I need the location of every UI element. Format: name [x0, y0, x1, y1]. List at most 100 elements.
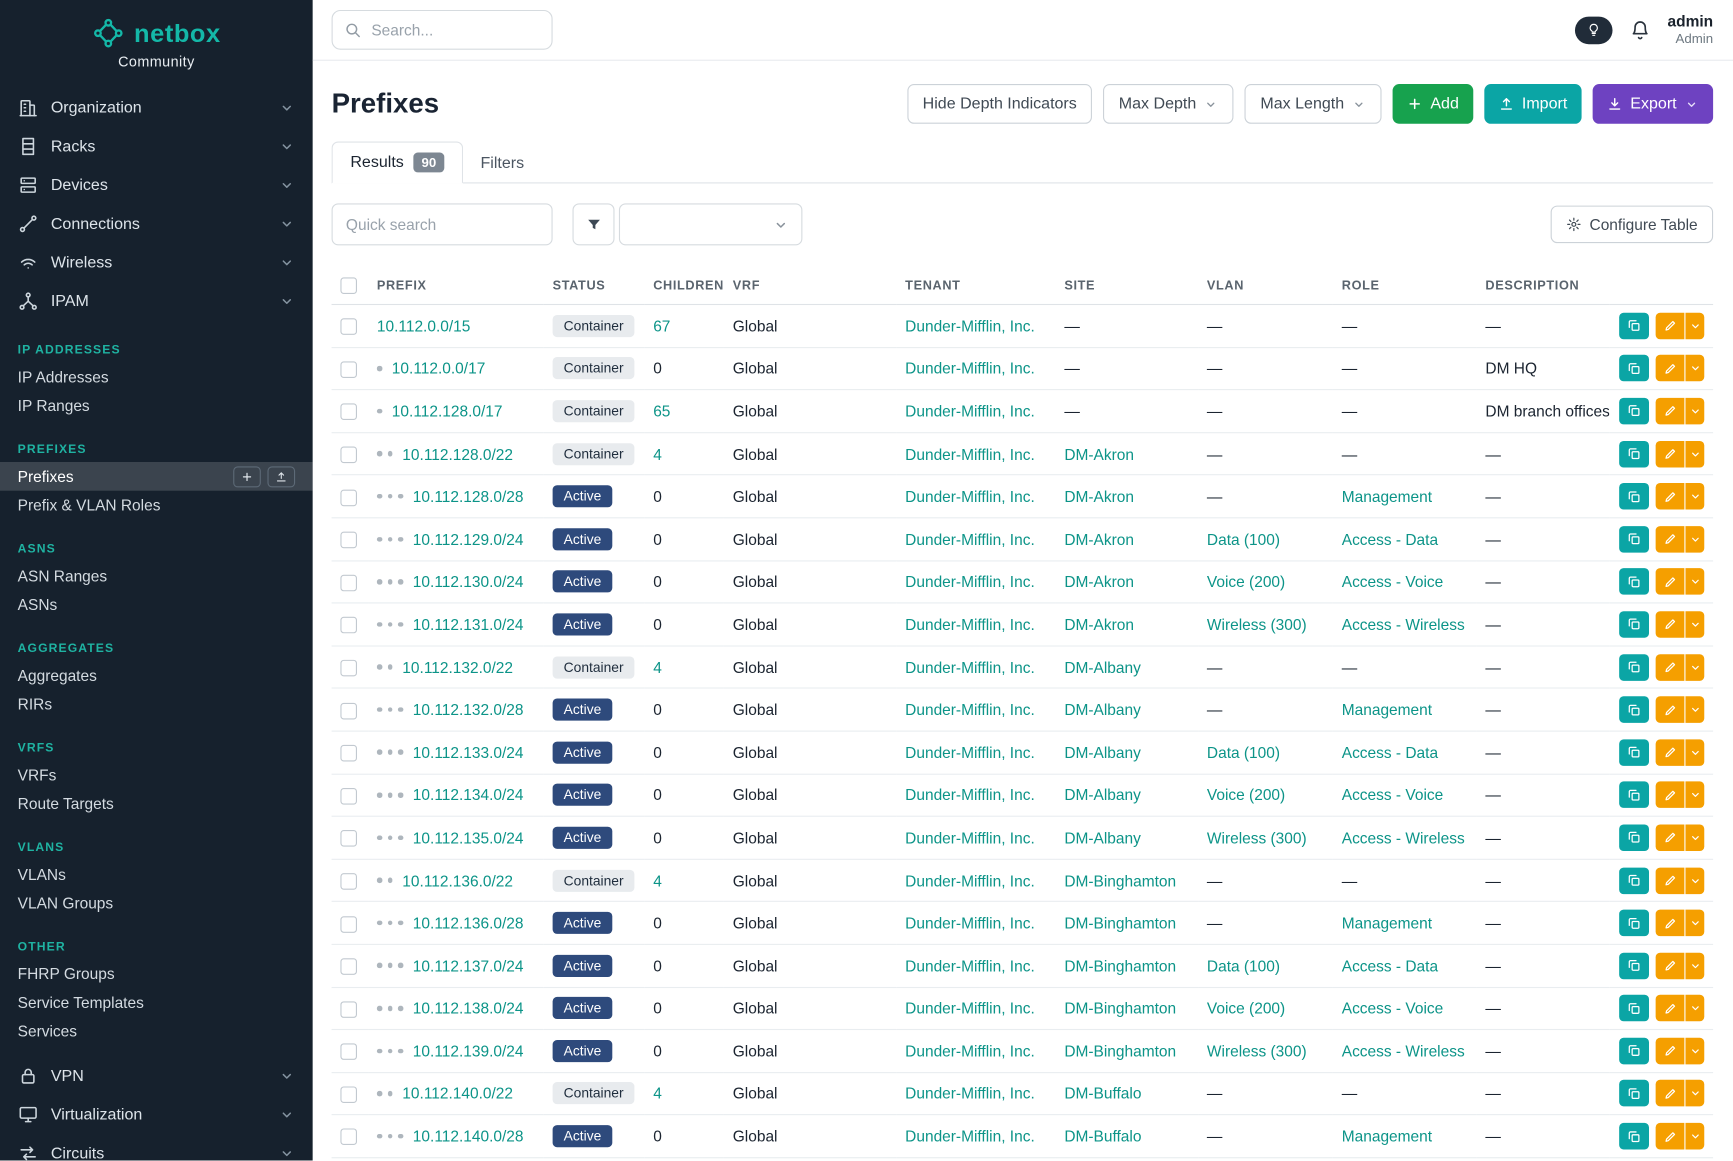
row-checkbox[interactable]: [340, 574, 357, 591]
sidebar-item-services[interactable]: Services: [0, 1017, 313, 1046]
row-dropdown-button[interactable]: [1685, 313, 1704, 340]
copy-button[interactable]: [1619, 355, 1649, 382]
tenant-link[interactable]: Dunder-Mifflin, Inc.: [905, 1085, 1035, 1103]
vlan-link[interactable]: Wireless (300): [1207, 1042, 1307, 1060]
tenant-link[interactable]: Dunder-Mifflin, Inc.: [905, 317, 1035, 335]
row-dropdown-button[interactable]: [1685, 696, 1704, 723]
vlan-link[interactable]: Data (100): [1207, 744, 1280, 762]
copy-button[interactable]: [1619, 1080, 1649, 1107]
site-link[interactable]: DM-Albany: [1064, 829, 1141, 847]
prefix-link[interactable]: 10.112.131.0/24: [413, 616, 524, 634]
row-dropdown-button[interactable]: [1685, 782, 1704, 809]
edit-button[interactable]: [1656, 1038, 1685, 1065]
site-link[interactable]: DM-Akron: [1064, 530, 1134, 548]
children-link[interactable]: 67: [653, 317, 670, 335]
row-checkbox[interactable]: [340, 1001, 357, 1018]
import-button[interactable]: Import: [1484, 84, 1581, 124]
children-link[interactable]: 4: [653, 871, 662, 889]
role-link[interactable]: Access - Data: [1342, 957, 1438, 975]
tenant-link[interactable]: Dunder-Mifflin, Inc.: [905, 829, 1035, 847]
col-header-prefix[interactable]: PREFIX: [368, 267, 544, 304]
sidebar-item-vlans[interactable]: VLANs: [0, 860, 313, 889]
row-checkbox[interactable]: [340, 617, 357, 634]
row-dropdown-button[interactable]: [1685, 995, 1704, 1022]
role-link[interactable]: Management: [1342, 488, 1432, 506]
edit-button[interactable]: [1656, 696, 1685, 723]
row-dropdown-button[interactable]: [1685, 867, 1704, 894]
sidebar-item-prefixes[interactable]: Prefixes: [0, 462, 313, 491]
row-checkbox[interactable]: [340, 532, 357, 549]
row-dropdown-button[interactable]: [1685, 1080, 1704, 1107]
global-search-input[interactable]: [332, 10, 553, 50]
vlan-link[interactable]: Voice (200): [1207, 573, 1285, 591]
row-checkbox[interactable]: [340, 1086, 357, 1103]
sidebar-item-route-targets[interactable]: Route Targets: [0, 789, 313, 818]
col-header-role[interactable]: ROLE: [1333, 267, 1477, 304]
saved-filter-select[interactable]: [619, 203, 802, 245]
tab-results[interactable]: Results 90: [332, 141, 463, 183]
prefix-link[interactable]: 10.112.130.0/24: [413, 573, 524, 591]
upload-button[interactable]: [267, 466, 295, 487]
prefix-link[interactable]: 10.112.128.0/17: [392, 402, 503, 420]
edit-button[interactable]: [1656, 483, 1685, 510]
tenant-link[interactable]: Dunder-Mifflin, Inc.: [905, 445, 1035, 463]
site-link[interactable]: DM-Binghamton: [1064, 957, 1176, 975]
copy-button[interactable]: [1619, 1123, 1649, 1150]
role-link[interactable]: Access - Wireless: [1342, 829, 1465, 847]
tenant-link[interactable]: Dunder-Mifflin, Inc.: [905, 1127, 1035, 1145]
site-link[interactable]: DM-Albany: [1064, 658, 1141, 676]
prefix-link[interactable]: 10.112.128.0/22: [402, 445, 513, 463]
row-dropdown-button[interactable]: [1685, 952, 1704, 979]
edit-button[interactable]: [1656, 526, 1685, 553]
copy-button[interactable]: [1619, 483, 1649, 510]
row-checkbox[interactable]: [340, 788, 357, 805]
user-menu[interactable]: admin Admin: [1668, 13, 1714, 47]
sidebar-item-prefix-vlan-roles[interactable]: Prefix & VLAN Roles: [0, 491, 313, 520]
prefix-link[interactable]: 10.112.140.0/22: [402, 1085, 513, 1103]
quick-search-input[interactable]: [332, 203, 553, 245]
prefix-link[interactable]: 10.112.137.0/24: [413, 957, 524, 975]
sidebar-item-vlan-groups[interactable]: VLAN Groups: [0, 889, 313, 918]
site-link[interactable]: DM-Akron: [1064, 488, 1134, 506]
edit-button[interactable]: [1656, 824, 1685, 851]
row-dropdown-button[interactable]: [1685, 355, 1704, 382]
sidebar-item-aggregates[interactable]: Aggregates: [0, 661, 313, 690]
tenant-link[interactable]: Dunder-Mifflin, Inc.: [905, 488, 1035, 506]
copy-button[interactable]: [1619, 654, 1649, 681]
row-checkbox[interactable]: [340, 830, 357, 847]
copy-button[interactable]: [1619, 952, 1649, 979]
max-depth-dropdown[interactable]: Max Depth: [1103, 84, 1234, 124]
sidebar-item-service-templates[interactable]: Service Templates: [0, 988, 313, 1017]
copy-button[interactable]: [1619, 611, 1649, 638]
row-dropdown-button[interactable]: [1685, 1038, 1704, 1065]
site-link[interactable]: DM-Albany: [1064, 786, 1141, 804]
row-dropdown-button[interactable]: [1685, 1123, 1704, 1150]
sidebar-item-asn-ranges[interactable]: ASN Ranges: [0, 561, 313, 590]
vlan-link[interactable]: Data (100): [1207, 957, 1280, 975]
sidebar-item-fhrp-groups[interactable]: FHRP Groups: [0, 959, 313, 988]
row-checkbox[interactable]: [340, 361, 357, 378]
site-link[interactable]: DM-Binghamton: [1064, 1042, 1176, 1060]
sidebar-item-circuits[interactable]: Circuits: [0, 1134, 313, 1161]
sidebar-item-vrfs[interactable]: VRFs: [0, 760, 313, 789]
sidebar-item-organization[interactable]: Organization: [0, 88, 313, 127]
role-link[interactable]: Access - Voice: [1342, 786, 1443, 804]
max-length-dropdown[interactable]: Max Length: [1245, 84, 1382, 124]
tenant-link[interactable]: Dunder-Mifflin, Inc.: [905, 957, 1035, 975]
edit-button[interactable]: [1656, 611, 1685, 638]
tenant-link[interactable]: Dunder-Mifflin, Inc.: [905, 360, 1035, 378]
netbox-logo[interactable]: netbox Community: [0, 0, 313, 70]
edit-button[interactable]: [1656, 952, 1685, 979]
col-header-tenant[interactable]: TENANT: [896, 267, 1055, 304]
configure-table-button[interactable]: Configure Table: [1551, 206, 1713, 244]
site-link[interactable]: DM-Binghamton: [1064, 871, 1176, 889]
edit-button[interactable]: [1656, 654, 1685, 681]
sidebar-item-racks[interactable]: Racks: [0, 127, 313, 166]
add-button[interactable]: Add: [1393, 84, 1473, 124]
edit-button[interactable]: [1656, 398, 1685, 425]
copy-button[interactable]: [1619, 1038, 1649, 1065]
tenant-link[interactable]: Dunder-Mifflin, Inc.: [905, 701, 1035, 719]
site-link[interactable]: DM-Binghamton: [1064, 999, 1176, 1017]
row-checkbox[interactable]: [340, 319, 357, 336]
row-checkbox[interactable]: [340, 958, 357, 975]
